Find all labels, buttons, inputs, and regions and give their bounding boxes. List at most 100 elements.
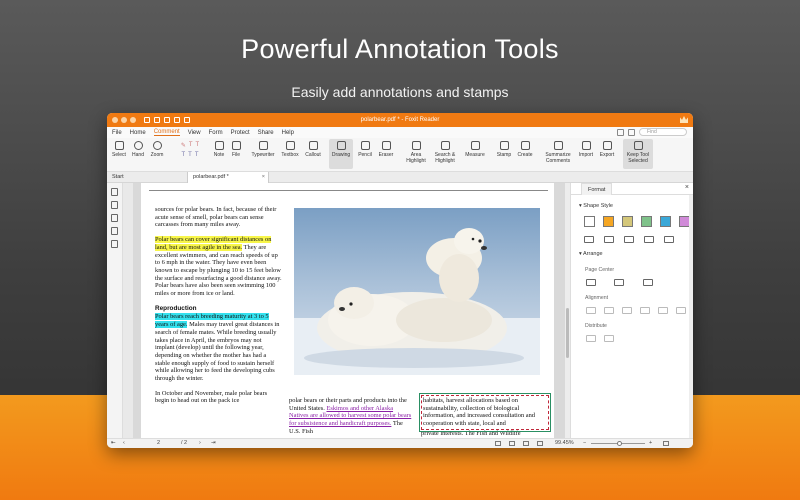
attachment-icon[interactable] (111, 227, 118, 235)
center-both-button[interactable] (643, 279, 653, 286)
zoom-level[interactable]: 99.45% (555, 440, 574, 446)
line-width-dropdown[interactable] (644, 236, 654, 243)
note-icon (214, 141, 224, 150)
last-page-icon[interactable]: ⇥ (211, 440, 216, 446)
zoom-slider-knob[interactable] (617, 441, 622, 446)
textbox-tool[interactable]: Textbox (279, 141, 301, 158)
paragraph: sources for polar bears. In fact, becaus… (155, 206, 277, 229)
menu-home[interactable]: Home (130, 130, 146, 136)
shape-style-swatch-green[interactable] (641, 216, 652, 227)
zoom-slider[interactable] (591, 441, 645, 446)
typewriter-tool[interactable]: Typewriter (249, 141, 277, 158)
continuous-view-icon[interactable] (509, 441, 515, 446)
squiggly-icon[interactable]: T (181, 152, 185, 158)
alignment-label: Alignment (585, 295, 609, 301)
document-tab-bar: Start polarbear.pdf * × (107, 172, 693, 183)
facing-view-icon[interactable] (523, 441, 529, 446)
window-title: polarbear.pdf * - Foxit Reader (360, 117, 440, 123)
zoom-icon (152, 141, 162, 150)
align-left-button[interactable] (586, 307, 596, 314)
strikeout-icon[interactable]: T (196, 142, 200, 149)
keep-tool-selected-toggle[interactable]: Keep Tool Selected (623, 139, 653, 169)
note-tool[interactable]: Note (212, 141, 226, 158)
hand-tool[interactable]: Hand (131, 141, 145, 158)
distribute-horizontal-button[interactable] (604, 335, 614, 342)
summarize-comments-button[interactable]: Summarize Comments (543, 141, 573, 164)
tab-start[interactable]: Start (107, 172, 187, 183)
close-icon[interactable]: × (685, 184, 689, 191)
markup-row-bottom: TTT (171, 152, 209, 158)
shape-style-swatch-blue[interactable] (660, 216, 671, 227)
underline-icon[interactable]: T (189, 142, 193, 149)
page-total: / 2 (181, 440, 188, 446)
fill-color-dropdown[interactable] (604, 236, 614, 243)
menu-comment[interactable]: Comment (153, 129, 180, 136)
shape-style-swatch-orange[interactable] (603, 216, 614, 227)
align-bottom-button[interactable] (676, 307, 686, 314)
eraser-tool[interactable]: Eraser (377, 141, 395, 158)
menu-file[interactable]: File (112, 130, 122, 136)
text-markup-tools[interactable]: ✎ T T TTT (171, 142, 209, 158)
sidebar-collapse-gutter[interactable] (123, 183, 133, 438)
single-page-view-icon[interactable] (495, 441, 501, 446)
fit-page-icon[interactable] (663, 441, 669, 446)
align-right-button[interactable] (622, 307, 632, 314)
center-horizontal-button[interactable] (614, 279, 624, 286)
panel-scrollbar[interactable] (689, 195, 693, 438)
file-tool[interactable]: File (229, 141, 243, 158)
distribute-vertical-button[interactable] (586, 335, 596, 342)
search-highlight-tool[interactable]: Search & Highlight (431, 141, 459, 164)
comments-icon[interactable] (111, 240, 118, 248)
line-style-dropdown[interactable] (664, 236, 674, 243)
menu-view[interactable]: View (188, 130, 201, 136)
insert-text-icon[interactable]: T (195, 152, 199, 158)
layers-icon[interactable] (111, 214, 118, 222)
polar-bear-image (294, 208, 540, 375)
align-top-button[interactable] (640, 307, 650, 314)
zoom-in-icon[interactable]: + (649, 440, 652, 446)
stamp-tool[interactable]: Stamp (495, 141, 513, 158)
first-page-icon[interactable]: ⇤ (111, 440, 116, 446)
select-icon (114, 141, 124, 150)
cover-view-icon[interactable] (537, 441, 543, 446)
tab-format[interactable]: Format (581, 183, 613, 195)
highlight-icon[interactable]: ✎ (181, 142, 186, 149)
create-tool[interactable]: Create (515, 141, 535, 158)
settings-icon[interactable] (628, 128, 635, 136)
export-button[interactable]: Export (597, 141, 617, 158)
rectangle-drawing-annotation[interactable]: habitats, harvest allocations based on s… (419, 393, 551, 432)
pencil-tool[interactable]: Pencil (356, 141, 374, 158)
shape-style-swatch-white[interactable] (584, 216, 595, 227)
align-center-button[interactable] (604, 307, 614, 314)
find-input[interactable]: Find (639, 128, 687, 136)
callout-tool[interactable]: Callout (303, 141, 323, 158)
zoom-out-icon[interactable]: − (583, 440, 586, 446)
select-tool[interactable]: Select (111, 141, 127, 158)
line-color-dropdown[interactable] (584, 236, 594, 243)
import-button[interactable]: Import (577, 141, 595, 158)
replace-text-icon[interactable]: T (188, 152, 192, 158)
zoom-tool[interactable]: Zoom (149, 141, 165, 158)
previous-page-icon[interactable]: ‹ (123, 440, 125, 446)
bookmark-icon[interactable] (111, 188, 118, 196)
menu-share[interactable]: Share (258, 130, 274, 136)
next-page-icon[interactable]: › (199, 440, 201, 446)
measure-tool[interactable]: Measure (463, 141, 487, 158)
align-middle-button[interactable] (658, 307, 668, 314)
drawing-tool[interactable]: Drawing (329, 139, 353, 169)
area-highlight-tool[interactable]: Area Highlight (403, 141, 429, 164)
opacity-dropdown[interactable] (624, 236, 634, 243)
tab-polarbear[interactable]: polarbear.pdf * × (187, 172, 269, 183)
center-vertical-button[interactable] (586, 279, 596, 286)
paragraph: In October and November, male polar bear… (155, 389, 268, 405)
menu-form[interactable]: Form (209, 130, 223, 136)
scrollbar-thumb[interactable] (566, 308, 569, 358)
shape-style-swatch-tan[interactable] (622, 216, 633, 227)
menu-protect[interactable]: Protect (231, 130, 250, 136)
menu-help[interactable]: Help (282, 130, 294, 136)
lightbulb-icon[interactable] (617, 128, 624, 136)
close-tab-icon[interactable]: × (262, 172, 265, 183)
pages-icon[interactable] (111, 201, 118, 209)
page-number-input[interactable]: 2 (157, 440, 160, 446)
document-viewport[interactable]: sources for polar bears. In fact, becaus… (133, 183, 565, 438)
